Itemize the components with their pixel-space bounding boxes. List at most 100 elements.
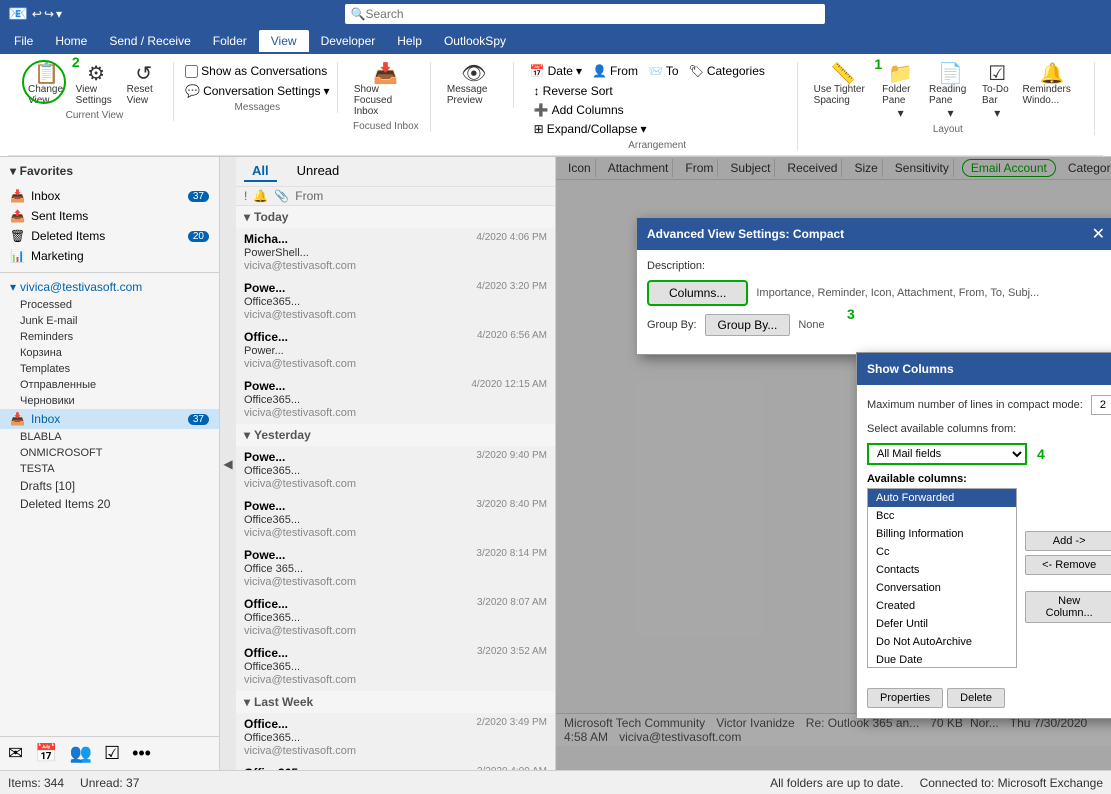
max-lines-select[interactable]: 2 — [1091, 395, 1111, 415]
sidebar-item-sent[interactable]: 📤 Sent Items — [0, 206, 219, 226]
col-item-cc[interactable]: Cc — [868, 543, 1016, 561]
email-item-3[interactable]: Powe... 4/2020 12:15 AM Office365... vic… — [236, 375, 555, 424]
email-item-0[interactable]: Micha... 4/2020 4:06 PM PowerShell... vi… — [236, 228, 555, 277]
menu-developer[interactable]: Developer — [311, 32, 386, 50]
mail-nav-btn[interactable]: ✉ — [8, 743, 23, 764]
email-item-4[interactable]: Powe... 3/2020 9:40 PM Office365... vici… — [236, 446, 555, 495]
advanced-view-close-btn[interactable]: ✕ — [1092, 224, 1105, 244]
delete-btn[interactable]: Delete — [947, 688, 1005, 708]
email-item-9[interactable]: Office... 2/2020 3:49 PM Office365... vi… — [236, 713, 555, 762]
properties-btn[interactable]: Properties — [867, 688, 943, 708]
account-label: vivica@testivasoft.com — [20, 280, 142, 294]
col-item-duedate[interactable]: Due Date — [868, 651, 1016, 668]
search-bar[interactable]: 🔍 — [345, 4, 825, 24]
menu-view[interactable]: View — [259, 30, 309, 52]
sidebar-subitem-testa[interactable]: TESTA — [0, 461, 219, 477]
reminders-window-btn[interactable]: 🔔 Reminders Windo... — [1019, 62, 1087, 108]
favorites-chevron[interactable]: ▾ — [10, 164, 16, 178]
tasks-nav-btn[interactable]: ☑ — [104, 743, 120, 764]
col-item-defer[interactable]: Defer Until — [868, 615, 1016, 633]
add-btn[interactable]: Add -> — [1025, 531, 1111, 551]
sidebar-item-chernoviki[interactable]: Черновики — [0, 393, 219, 409]
show-conversations-checkbox[interactable] — [185, 65, 198, 78]
email-item-7[interactable]: Office... 3/2020 8:07 AM Office365... vi… — [236, 593, 555, 642]
conversation-settings-btn[interactable]: 💬 Conversation Settings ▾ — [181, 82, 333, 100]
sidebar-item-junk[interactable]: Junk E-mail — [0, 313, 219, 329]
email-item-1[interactable]: Powe... 4/2020 3:20 PM Office365... vici… — [236, 277, 555, 326]
todo-bar-btn[interactable]: ☑ To-Do Bar ▾ — [978, 62, 1017, 122]
account-header[interactable]: ▾ vivica@testivasoft.com — [0, 277, 219, 297]
connected-status: Connected to: Microsoft Exchange — [920, 776, 1103, 790]
col-item-billing[interactable]: Billing Information — [868, 525, 1016, 543]
calendar-nav-btn[interactable]: 📅 — [35, 743, 57, 764]
email-item-6[interactable]: Powe... 3/2020 8:14 PM Office 365... vic… — [236, 544, 555, 593]
sidebar-item-deleted2[interactable]: Deleted Items 20 — [0, 495, 219, 513]
more-nav-btn[interactable]: ••• — [132, 743, 151, 764]
email-item-10[interactable]: Office365 2/2020 4:09 AM Office365... vi… — [236, 762, 555, 770]
sidebar-item-inbox2[interactable]: 📥 Inbox 37 — [0, 409, 219, 429]
col-item-contacts[interactable]: Contacts — [868, 561, 1016, 579]
reading-pane-btn[interactable]: 📄 Reading Pane ▾ — [925, 62, 976, 122]
advanced-view-dialog-header: Advanced View Settings: Compact ✕ — [637, 218, 1111, 250]
sidebar-item-deleted[interactable]: 🗑 Deleted Items 20 — [0, 226, 219, 246]
show-conversations-btn[interactable]: Show as Conversations — [181, 62, 331, 80]
reset-view-btn[interactable]: ↺ Reset View — [123, 62, 165, 108]
from-btn[interactable]: 👤 From — [588, 62, 642, 80]
available-cols-list[interactable]: Auto Forwarded Bcc Billing Information C… — [867, 488, 1017, 668]
expand-collapse-btn[interactable]: ⊞ Expand/Collapse ▾ — [530, 120, 651, 138]
remove-btn[interactable]: <- Remove — [1025, 555, 1111, 575]
message-preview-btn[interactable]: 👁 Message Preview — [443, 62, 505, 108]
col-item-auto-forwarded[interactable]: Auto Forwarded — [868, 489, 1016, 507]
menu-folder[interactable]: Folder — [203, 32, 257, 50]
undo-btn[interactable]: ↩ — [32, 7, 42, 21]
sender-10: Office365 — [244, 766, 298, 770]
email-item-2[interactable]: Office... 4/2020 6:56 AM Power... viciva… — [236, 326, 555, 375]
from-icon: 👤 — [592, 64, 607, 78]
sidebar-item-templates[interactable]: Templates — [0, 361, 219, 377]
menu-home[interactable]: Home — [45, 32, 97, 50]
people-nav-btn[interactable]: 👥 — [70, 743, 92, 764]
use-tighter-spacing-btn[interactable]: 📏 Use Tighter Spacing — [810, 62, 876, 108]
col-item-conversation[interactable]: Conversation — [868, 579, 1016, 597]
sidebar-item-reminders[interactable]: Reminders — [0, 329, 219, 345]
menu-outlookspy[interactable]: OutlookSpy — [434, 32, 516, 50]
menu-help[interactable]: Help — [387, 32, 432, 50]
sidebar-item-processed[interactable]: Processed — [0, 297, 219, 313]
email-item-5[interactable]: Powe... 3/2020 8:40 PM Office365... vici… — [236, 495, 555, 544]
select-from-dropdown[interactable]: All Mail fields — [867, 443, 1027, 465]
folder-pane-btn[interactable]: 📁 Folder Pane ▾ — [878, 62, 923, 122]
tab-all[interactable]: All — [244, 161, 277, 182]
sidebar-collapse-btn[interactable]: ◀ — [220, 157, 236, 770]
redo-btn[interactable]: ↪ — [44, 7, 54, 21]
email-list-scroll[interactable]: ▾ Today Micha... 4/2020 4:06 PM PowerShe… — [236, 206, 555, 770]
col-item-donotautoarchive[interactable]: Do Not AutoArchive — [868, 633, 1016, 651]
sidebar-subitem-onmicrosoft[interactable]: ONMICROSOFT — [0, 445, 219, 461]
inbox2-label: Inbox — [31, 412, 60, 426]
change-view-btn[interactable]: 📋 Change View — [24, 62, 70, 108]
sidebar-item-otpravlennie[interactable]: Отправленные — [0, 377, 219, 393]
sidebar-item-korzina[interactable]: Корзина — [0, 345, 219, 361]
menu-file[interactable]: File — [4, 32, 43, 50]
add-columns-btn[interactable]: ➕ Add Columns — [530, 101, 651, 119]
sidebar-subitem-blabla[interactable]: BLABLA — [0, 429, 219, 445]
search-input[interactable] — [365, 7, 818, 21]
columns-btn[interactable]: Columns... — [647, 280, 748, 306]
yesterday-chevron: ▾ — [244, 428, 250, 442]
favorites-section: 📥 Inbox 37 📤 Sent Items 🗑 Deleted Items … — [0, 184, 219, 268]
sidebar-item-inbox[interactable]: 📥 Inbox 37 — [0, 186, 219, 206]
reverse-sort-btn[interactable]: ↕ Reverse Sort — [530, 82, 651, 100]
categories-btn[interactable]: 🏷 Categories — [685, 62, 769, 80]
col-item-created[interactable]: Created — [868, 597, 1016, 615]
show-columns-title: Show Columns — [867, 362, 954, 376]
sidebar-item-marketing[interactable]: 📊 Marketing — [0, 246, 219, 266]
tab-unread[interactable]: Unread — [289, 161, 348, 182]
email-item-8[interactable]: Office... 3/2020 3:52 AM Office365... vi… — [236, 642, 555, 691]
menu-send-receive[interactable]: Send / Receive — [99, 32, 200, 50]
show-focused-inbox-btn[interactable]: 📥 Show Focused Inbox — [350, 62, 422, 119]
group-by-btn[interactable]: Group By... — [705, 314, 791, 336]
date-btn[interactable]: 📅 Date ▾ — [526, 62, 586, 80]
new-column-btn[interactable]: New Column... — [1025, 591, 1111, 623]
sidebar-item-drafts[interactable]: Drafts [10] — [0, 477, 219, 495]
col-item-bcc[interactable]: Bcc — [868, 507, 1016, 525]
to-btn[interactable]: 📨 To — [644, 62, 683, 80]
